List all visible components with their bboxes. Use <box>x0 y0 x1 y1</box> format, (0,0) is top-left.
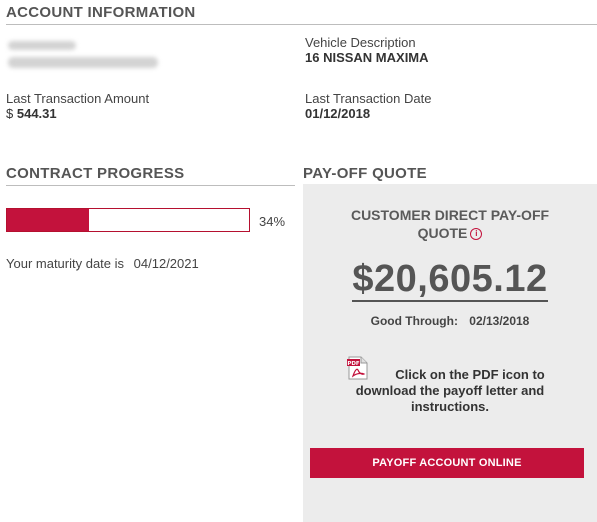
payoff-quote-heading-line2: QUOTE <box>417 225 468 241</box>
good-through-date: 02/13/2018 <box>469 314 530 328</box>
maturity-label: Your maturity date is <box>6 256 125 271</box>
payoff-account-online-button[interactable]: PAYOFF ACCOUNT ONLINE <box>310 448 584 478</box>
pdf-instructions: Click on the PDF icon to download the pa… <box>355 367 545 414</box>
maturity-date-text: Your maturity date is 04/12/2021 <box>6 256 199 271</box>
vehicle-description-label: Vehicle Description <box>305 35 416 50</box>
payoff-quote-title: PAY-OFF QUOTE <box>303 165 597 186</box>
info-circle-icon[interactable]: i <box>470 228 483 240</box>
maturity-date: 04/12/2021 <box>133 256 199 271</box>
contract-progress-fill <box>7 209 90 231</box>
contract-progress-bar <box>6 208 250 232</box>
payoff-quote-panel: CUSTOMER DIRECT PAY-OFF QUOTE i $20,605.1… <box>303 184 597 522</box>
good-through: Good Through: 02/13/2018 <box>303 314 597 328</box>
last-transaction-amount-label: Last Transaction Amount <box>6 91 150 106</box>
payoff-quote-heading-line2-wrap: QUOTE i <box>303 224 597 242</box>
last-transaction-amount: 544.31 <box>16 106 57 121</box>
last-transaction-amount-value: $ 544.31 <box>6 106 57 121</box>
contract-progress-title: CONTRACT PROGRESS <box>6 165 295 186</box>
payoff-quote-heading: CUSTOMER DIRECT PAY-OFF QUOTE i <box>303 206 597 242</box>
payoff-amount: $20,605.12 <box>303 258 597 302</box>
account-information-title: ACCOUNT INFORMATION <box>6 4 597 25</box>
contract-progress-percent: 34% <box>259 214 286 229</box>
currency-symbol: $ <box>6 106 14 121</box>
last-transaction-date-value: 01/12/2018 <box>305 106 371 121</box>
payoff-amount-value: $20,605.12 <box>352 258 548 302</box>
vehicle-description-value: 16 NISSAN MAXIMA <box>305 50 429 65</box>
good-through-label: Good Through: <box>370 314 458 328</box>
last-transaction-date-label: Last Transaction Date <box>305 91 432 106</box>
payoff-quote-heading-line1: CUSTOMER DIRECT PAY-OFF <box>350 207 550 223</box>
